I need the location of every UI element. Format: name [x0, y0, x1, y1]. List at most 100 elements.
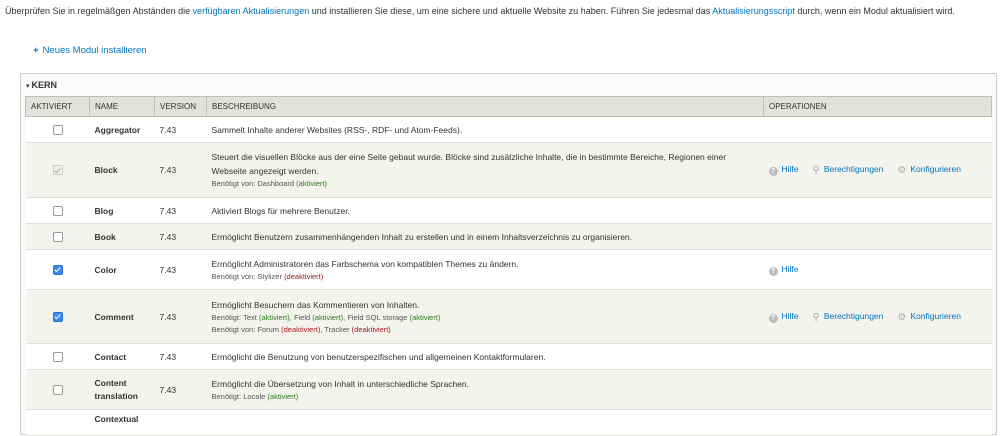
status-enabled: (aktiviert)	[258, 312, 290, 322]
enable-checkbox[interactable]	[52, 124, 63, 135]
module-name: Book	[89, 223, 155, 250]
module-name: Block	[89, 142, 155, 198]
module-version: 7.43	[154, 249, 207, 290]
module-description: Sammelt Inhalte anderer Websites (RSS-, …	[206, 116, 764, 143]
permissions-label: Berechtigungen	[823, 310, 884, 321]
module-description-cell: Ermöglicht Besuchern das Kommentieren vo…	[206, 289, 764, 344]
module-description-cell: Steuert die visuellen Blöcke aus der ein…	[206, 142, 764, 198]
update-script-link[interactable]: Aktualisierungsscript	[712, 6, 795, 16]
module-version: 7.43	[154, 289, 207, 344]
module-name: Content translation	[89, 369, 155, 410]
module-name-line: Content	[94, 377, 127, 388]
intro-text-part: durch, wenn ein Modul aktualisiert wird.	[794, 6, 955, 16]
modules-table: AKTIVIERT NAME VERSION BESCHREIBUNG OPER…	[25, 96, 992, 436]
module-version: 7.43	[154, 197, 207, 224]
module-name: Contact	[89, 343, 155, 370]
module-description-cell: Ermöglicht Administratoren das Farbschem…	[206, 249, 764, 290]
module-description-cell: Ermöglicht die Übersetzung von Inhalt in…	[206, 369, 764, 410]
help-label: Hilfe	[781, 263, 799, 274]
fieldset-legend-label: KERN	[31, 80, 58, 90]
fieldset-legend[interactable]: ▾ KERN	[26, 80, 57, 90]
enable-checkbox[interactable]	[52, 351, 63, 362]
required-by: Benötigt von: Dashboard (aktiviert)	[212, 178, 759, 190]
help-link[interactable]: ? Hilfe	[768, 263, 799, 276]
configure-link[interactable]: ⚙ Konfigurieren	[897, 164, 961, 176]
dependency-name: Text	[243, 312, 257, 322]
collapse-toggle-icon: ▾	[26, 83, 30, 90]
gear-icon: ⚙	[897, 165, 907, 176]
module-name: Color	[89, 249, 155, 290]
module-version: 7.43	[154, 369, 207, 410]
permissions-link[interactable]: ⚲ Berechtigungen	[812, 164, 884, 176]
column-header-version: VERSION	[154, 96, 207, 117]
module-name: Contextual	[89, 409, 155, 436]
dependency-name: Field	[293, 312, 311, 322]
required-by: Benötigt von: Forum (deaktiviert), Track…	[211, 324, 391, 334]
requires-label: Benötigt:	[211, 312, 244, 322]
table-row: Content translation 7.43 Ermöglicht die …	[25, 369, 992, 410]
module-version: 7.43	[154, 343, 207, 370]
help-label: Hilfe	[781, 310, 799, 321]
module-description: Ermöglicht Besuchern das Kommentieren vo…	[211, 299, 420, 310]
permissions-label: Berechtigungen	[823, 164, 884, 174]
install-new-module-link[interactable]: + Neues Modul installieren	[33, 45, 147, 56]
module-description: Steuert die visuellen Blöcke aus der ein…	[211, 152, 727, 176]
module-description: Ermöglicht Benutzern zusammenhängenden I…	[206, 223, 764, 250]
enable-checkbox	[52, 165, 63, 176]
requires: Benötigt: Locale (aktiviert)	[212, 391, 759, 403]
module-version: 7.43	[154, 142, 207, 198]
help-icon: ?	[768, 167, 778, 176]
intro-text: Überprüfen Sie in regelmäßgen Abständen …	[5, 5, 995, 18]
help-link[interactable]: ? Hilfe	[768, 164, 799, 176]
required-by-label: Benötigt von:	[211, 324, 258, 334]
required-by-label: Benötigt von:	[211, 271, 258, 281]
help-link[interactable]: ? Hilfe	[768, 310, 799, 323]
module-description: Ermöglicht Administratoren das Farbschem…	[211, 258, 519, 269]
table-row: Contextual	[25, 409, 992, 436]
module-description: Aktiviert Blogs für mehrere Benutzer.	[206, 197, 764, 224]
status-disabled: (deaktiviert)	[281, 324, 321, 334]
permissions-link[interactable]: ⚲ Berechtigungen	[812, 310, 884, 323]
module-name: Comment	[89, 289, 155, 344]
dependency-name: Forum	[257, 324, 280, 334]
install-new-module-label: Neues Modul installieren	[42, 45, 147, 56]
status-disabled: (deaktiviert)	[351, 324, 391, 334]
configure-link[interactable]: ⚙ Konfigurieren	[897, 310, 961, 323]
dependency-name: Dashboard	[257, 179, 295, 188]
intro-text-part: und installieren Sie diese, um eine sich…	[309, 6, 713, 16]
status-enabled: (aktiviert)	[296, 179, 328, 188]
enable-checkbox[interactable]	[52, 311, 63, 322]
status-disabled: (deaktiviert)	[284, 271, 324, 281]
status-enabled: (aktiviert)	[409, 312, 441, 322]
table-row: Contact 7.43 Ermöglicht die Benutzung vo…	[25, 343, 992, 370]
dependency-name: Stylizer	[257, 271, 282, 281]
available-updates-link[interactable]: verfügbaren Aktualisierungen	[193, 6, 310, 16]
intro-text-part: Überprüfen Sie in regelmäßgen Abständen …	[5, 6, 193, 16]
gear-icon: ⚙	[897, 311, 907, 323]
enable-checkbox[interactable]	[52, 231, 63, 242]
plus-icon: +	[33, 45, 39, 56]
status-enabled: (aktiviert)	[267, 391, 299, 401]
module-version: 7.43	[154, 116, 207, 143]
help-label: Hilfe	[781, 164, 799, 174]
column-header-operations: OPERATIONEN	[763, 96, 992, 117]
table-row: Blog 7.43 Aktiviert Blogs für mehrere Be…	[25, 197, 992, 224]
enable-checkbox[interactable]	[52, 384, 63, 395]
configure-label: Konfigurieren	[910, 310, 961, 321]
key-icon: ⚲	[812, 311, 820, 323]
table-row: Block 7.43 Steuert die visuellen Blöcke …	[25, 142, 992, 198]
help-icon: ?	[768, 313, 778, 323]
dependency-name: Locale	[243, 391, 266, 401]
enable-checkbox[interactable]	[52, 264, 63, 275]
configure-label: Konfigurieren	[910, 164, 961, 174]
requires: Benötigt: Text (aktiviert), Field (aktiv…	[211, 312, 441, 322]
module-description: Ermöglicht die Übersetzung von Inhalt in…	[211, 378, 470, 389]
column-header-enabled: AKTIVIERT	[25, 96, 90, 117]
column-header-name: NAME	[89, 96, 155, 117]
status-enabled: (aktiviert)	[312, 312, 344, 322]
enable-checkbox[interactable]	[52, 205, 63, 216]
dependency-name: Field SQL storage	[347, 312, 408, 322]
key-icon: ⚲	[812, 165, 820, 176]
core-modules-fieldset: ▾ KERN AKTIVIERT NAME VERSION BESCHREIBUN…	[20, 73, 997, 436]
module-name: Aggregator	[89, 116, 155, 143]
